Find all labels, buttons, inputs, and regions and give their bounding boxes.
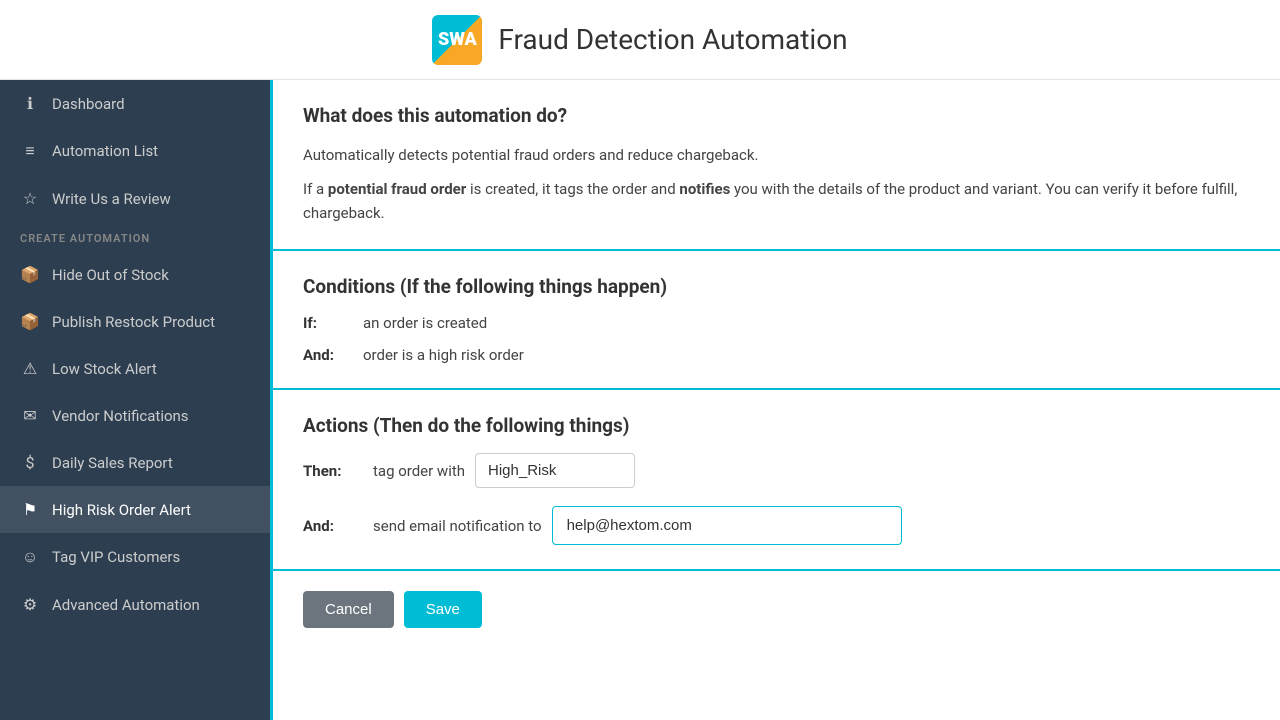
- restock-icon: 📦: [20, 312, 40, 331]
- tag-input[interactable]: [475, 453, 635, 488]
- save-button[interactable]: Save: [404, 591, 482, 628]
- sidebar-item-hide-out-of-stock[interactable]: 📦 Hide Out of Stock: [0, 251, 270, 298]
- condition-if-label: If:: [303, 314, 363, 332]
- what-section-body: Automatically detects potential fraud or…: [303, 143, 1250, 225]
- sidebar-label-vendor-notifications: Vendor Notifications: [52, 407, 189, 425]
- sidebar-item-advanced-automation[interactable]: ⚙ Advanced Automation: [0, 581, 270, 628]
- star-icon: ☆: [20, 189, 40, 208]
- page-title: Fraud Detection Automation: [498, 23, 847, 56]
- body-layout: ℹ Dashboard ≡ Automation List ☆ Write Us…: [0, 80, 1280, 720]
- dollar-icon: $: [20, 453, 40, 472]
- what-body2-mid: is created, it tags the order and: [466, 180, 679, 198]
- condition-and-row: And: order is a high risk order: [303, 346, 1250, 364]
- person-icon: ☺: [20, 547, 40, 567]
- gear-icon: ⚙: [20, 595, 40, 614]
- info-icon: ℹ: [20, 94, 40, 113]
- sidebar-label-dashboard: Dashboard: [52, 95, 125, 113]
- what-body2-bold2: notifies: [679, 180, 730, 198]
- actions-title: Actions (Then do the following things): [303, 414, 1250, 437]
- actions-section: Actions (Then do the following things) T…: [273, 390, 1280, 571]
- action-and-text: send email notification to: [373, 517, 542, 535]
- sidebar-label-write-review: Write Us a Review: [52, 190, 171, 208]
- condition-if-value: an order is created: [363, 314, 487, 332]
- cancel-button[interactable]: Cancel: [303, 591, 394, 628]
- mail-icon: ✉: [20, 406, 40, 425]
- button-row: Cancel Save: [273, 571, 1280, 648]
- action-then-row: Then: tag order with: [303, 453, 1250, 488]
- list-icon: ≡: [20, 141, 40, 161]
- conditions-section: Conditions (If the following things happ…: [273, 251, 1280, 390]
- condition-and-label: And:: [303, 346, 363, 364]
- action-and-label: And:: [303, 517, 363, 535]
- sidebar-item-dashboard[interactable]: ℹ Dashboard: [0, 80, 270, 127]
- logo-text: SWA: [438, 29, 477, 50]
- sidebar-label-publish-restock: Publish Restock Product: [52, 313, 215, 331]
- action-and-row: And: send email notification to: [303, 506, 1250, 545]
- action-then-label: Then:: [303, 462, 363, 480]
- main-content: What does this automation do? Automatica…: [270, 80, 1280, 720]
- what-body2-before: If a: [303, 180, 328, 198]
- condition-and-value: order is a high risk order: [363, 346, 524, 364]
- flag-icon: ⚑: [20, 500, 40, 519]
- app-logo: SWA: [432, 15, 482, 65]
- box-icon: 📦: [20, 265, 40, 284]
- conditions-title: Conditions (If the following things happ…: [303, 275, 1250, 298]
- what-body2-bold1: potential fraud order: [328, 180, 466, 198]
- sidebar-label-daily-sales-report: Daily Sales Report: [52, 454, 173, 472]
- sidebar-label-automation-list: Automation List: [52, 142, 158, 160]
- sidebar-label-advanced-automation: Advanced Automation: [52, 596, 200, 614]
- what-section-title: What does this automation do?: [303, 104, 1250, 127]
- sidebar-label-high-risk-order-alert: High Risk Order Alert: [52, 501, 191, 519]
- sidebar-item-daily-sales-report[interactable]: $ Daily Sales Report: [0, 439, 270, 486]
- what-section: What does this automation do? Automatica…: [273, 80, 1280, 251]
- sidebar-item-automation-list[interactable]: ≡ Automation List: [0, 127, 270, 175]
- condition-if-row: If: an order is created: [303, 314, 1250, 332]
- sidebar-item-low-stock-alert[interactable]: ⚠ Low Stock Alert: [0, 345, 270, 392]
- sidebar-section-create: CREATE AUTOMATION: [0, 222, 270, 251]
- app-header: SWA Fraud Detection Automation: [0, 0, 1280, 80]
- sidebar-item-publish-restock[interactable]: 📦 Publish Restock Product: [0, 298, 270, 345]
- warning-icon: ⚠: [20, 359, 40, 378]
- sidebar-item-vendor-notifications[interactable]: ✉ Vendor Notifications: [0, 392, 270, 439]
- sidebar-label-hide-out-of-stock: Hide Out of Stock: [52, 266, 169, 284]
- sidebar-item-high-risk-order-alert[interactable]: ⚑ High Risk Order Alert: [0, 486, 270, 533]
- sidebar-label-low-stock-alert: Low Stock Alert: [52, 360, 157, 378]
- sidebar-label-tag-vip-customers: Tag VIP Customers: [52, 548, 180, 566]
- what-body-2: If a potential fraud order is created, i…: [303, 177, 1250, 225]
- what-body-1: Automatically detects potential fraud or…: [303, 143, 1250, 167]
- sidebar: ℹ Dashboard ≡ Automation List ☆ Write Us…: [0, 80, 270, 720]
- email-input[interactable]: [552, 506, 902, 545]
- sidebar-item-tag-vip-customers[interactable]: ☺ Tag VIP Customers: [0, 533, 270, 581]
- action-then-text: tag order with: [373, 462, 465, 480]
- sidebar-item-write-review[interactable]: ☆ Write Us a Review: [0, 175, 270, 222]
